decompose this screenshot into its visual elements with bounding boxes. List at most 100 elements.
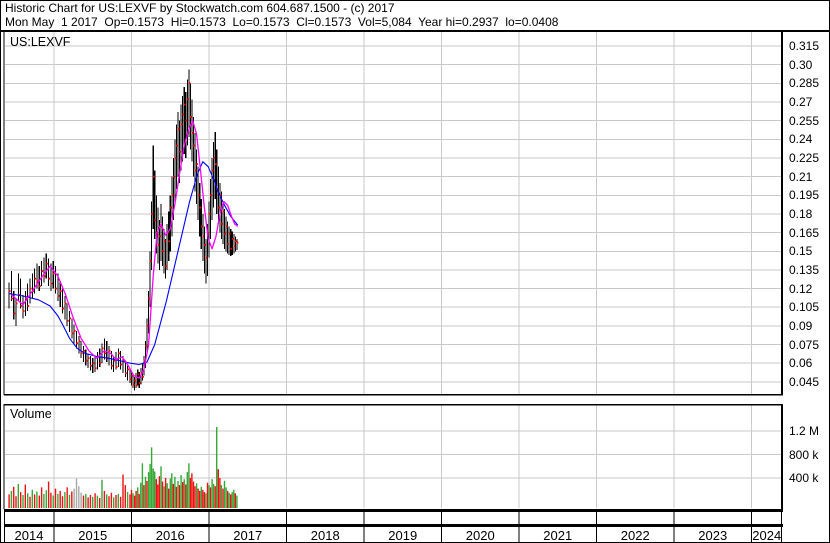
volume-bar: [163, 486, 165, 508]
close-dot: [165, 265, 168, 268]
volume-bar: [150, 447, 153, 508]
close-dot: [205, 256, 208, 259]
volume-bar: [189, 478, 192, 508]
close-dot: [120, 363, 123, 366]
volume-bar: [212, 483, 215, 508]
close-dot: [78, 339, 81, 342]
volume-bar: [73, 488, 75, 508]
volume-bar: [8, 494, 10, 508]
close-dot: [39, 285, 41, 287]
volume-bar: [192, 481, 195, 508]
volume-bar: [168, 488, 170, 508]
volume-bar: [110, 492, 113, 508]
close-dot: [69, 317, 71, 320]
close-dot: [183, 103, 186, 106]
close-dot: [22, 310, 25, 312]
price-tick-label: 0.30: [789, 58, 813, 72]
close-dot: [190, 116, 192, 118]
close-dot: [87, 357, 90, 360]
volume-bar: [185, 484, 187, 508]
close-dot: [64, 302, 67, 305]
price-tick-label: 0.24: [789, 132, 813, 146]
close-dot: [108, 349, 111, 352]
close-dot: [101, 347, 104, 350]
volume-bar: [75, 478, 78, 508]
close-dot: [34, 277, 37, 280]
volume-bar: [52, 495, 54, 508]
close-dot: [230, 247, 233, 250]
volume-bar: [174, 476, 176, 508]
volume-bar: [137, 487, 139, 508]
volume-bar: [126, 492, 129, 508]
volume-bar: [194, 486, 196, 508]
volume-bar: [231, 492, 233, 508]
volume-bar: [203, 492, 206, 508]
price-tick-label: 0.045: [789, 375, 820, 389]
price-tick-label: 0.21: [789, 170, 813, 184]
volume-bar: [101, 479, 103, 508]
volume-bar: [135, 490, 137, 508]
volume-bar: [164, 478, 167, 508]
close-dot: [48, 277, 51, 280]
close-dot: [134, 379, 137, 382]
volume-bar: [20, 492, 22, 508]
volume-bar: [10, 490, 13, 508]
close-dot: [214, 163, 217, 166]
volume-pane-label: Volume: [10, 407, 52, 421]
close-dot: [66, 320, 69, 322]
volume-bar: [36, 491, 38, 508]
volume-bar: [94, 493, 96, 508]
price-tick-label: 0.195: [789, 188, 820, 202]
close-dot: [231, 237, 234, 240]
volume-bar: [197, 488, 199, 508]
price-tick-label: 0.075: [789, 338, 820, 352]
close-dot: [204, 244, 206, 246]
close-dot: [194, 169, 197, 172]
volume-bar: [122, 474, 124, 508]
close-dot: [179, 150, 181, 153]
close-dot: [176, 144, 178, 147]
volume-bar: [152, 468, 154, 508]
volume-bar: [202, 489, 204, 509]
volume-bar: [129, 494, 131, 508]
volume-bar: [211, 479, 213, 508]
close-dot: [171, 194, 174, 197]
close-dot: [57, 295, 60, 297]
volume-bar: [130, 489, 133, 509]
close-dot: [127, 368, 130, 371]
year-label: 2014: [14, 528, 44, 543]
close-dot: [62, 307, 64, 310]
volume-bar: [103, 490, 106, 508]
price-tick-label: 0.285: [789, 76, 820, 90]
volume-bar: [233, 489, 235, 509]
volume-bar: [22, 495, 24, 508]
year-label: 2021: [543, 528, 573, 543]
volume-bar: [209, 487, 212, 508]
volume-bar: [149, 463, 151, 508]
volume-bar: [124, 485, 126, 508]
volume-bar: [143, 485, 145, 508]
volume-bar: [230, 494, 232, 508]
close-dot: [169, 206, 172, 209]
close-dot: [135, 384, 138, 387]
volume-bar: [113, 497, 115, 508]
volume-bar: [178, 485, 181, 508]
close-dot: [210, 194, 212, 197]
volume-bar: [43, 493, 45, 508]
volume-bar: [27, 493, 29, 508]
chart-title: Historic Chart for US:LEXVF by Stockwatc…: [5, 1, 395, 15]
close-dot: [188, 82, 191, 85]
year-label: 2017: [233, 528, 263, 543]
volume-bar: [29, 496, 31, 508]
close-dot: [41, 270, 44, 273]
close-dot: [182, 113, 185, 116]
close-dot: [185, 119, 188, 122]
close-dot: [129, 378, 132, 381]
volume-bar: [208, 485, 210, 508]
volume-bar: [80, 492, 82, 508]
close-dot: [115, 366, 118, 368]
price-tick-label: 0.15: [789, 244, 813, 258]
volume-bar: [214, 486, 216, 508]
volume-bar: [146, 480, 148, 508]
volume-bar: [64, 492, 66, 508]
